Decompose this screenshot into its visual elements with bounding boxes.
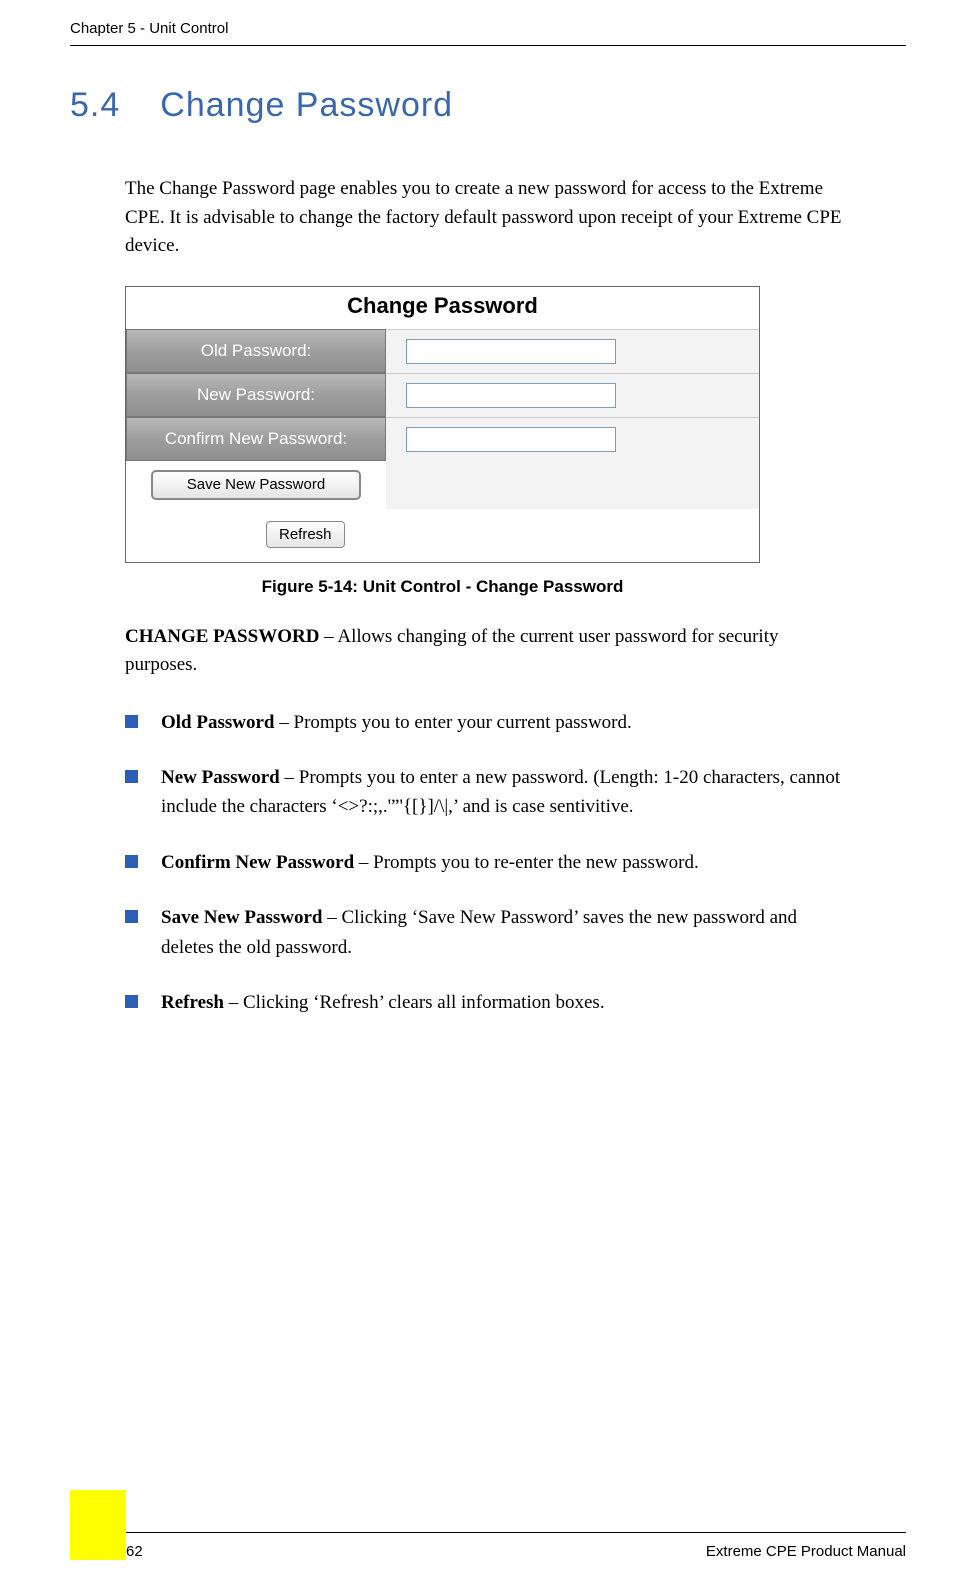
save-password-button[interactable]: Save New Password [151,470,361,500]
figure-caption: Figure 5-14: Unit Control - Change Passw… [125,577,760,597]
field-wrap [386,329,759,373]
item-head: New Password [161,767,280,788]
list-item: Old Password – Prompts you to enter your… [125,708,845,737]
list-item: Save New Password – Clicking ‘Save New P… [125,903,845,962]
submit-left-cell: Save New Password [126,461,386,509]
intro-paragraph: The Change Password page enables you to … [125,175,845,261]
old-password-input[interactable] [406,339,616,364]
yellow-accent [70,1490,126,1560]
field-wrap [386,373,759,417]
field-wrap [386,417,759,461]
bullet-list: Old Password – Prompts you to enter your… [125,708,845,1018]
refresh-row: Refresh [126,509,759,562]
figure: Change Password Old Password: New Passwo… [125,286,845,597]
confirm-password-input[interactable] [406,427,616,452]
change-password-widget: Change Password Old Password: New Passwo… [125,286,760,563]
chapter-header: Chapter 5 - Unit Control [70,20,906,46]
refresh-button[interactable]: Refresh [266,521,345,548]
list-item: Confirm New Password – Prompts you to re… [125,848,845,877]
list-item: Refresh – Clicking ‘Refresh’ clears all … [125,988,845,1017]
item-head: Old Password [161,712,275,733]
item-body: – Prompts you to enter your current pass… [275,712,632,733]
change-password-lede: CHANGE PASSWORD – Allows changing of the… [125,623,845,680]
item-head: Save New Password [161,907,323,928]
old-password-label: Old Password: [126,329,386,373]
page-number: 62 [126,1543,143,1560]
section-heading: 5.4 Change Password [70,86,906,125]
item-head: Refresh [161,992,224,1013]
item-body: – Prompts you to re-enter the new passwo… [354,852,699,873]
widget-title: Change Password [126,287,759,329]
confirm-password-label: Confirm New Password: [126,417,386,461]
item-head: Confirm New Password [161,852,354,873]
new-password-label: New Password: [126,373,386,417]
section-number: 5.4 [70,86,120,125]
new-password-input[interactable] [406,383,616,408]
section-title: Change Password [160,86,453,124]
manual-title: Extreme CPE Product Manual [706,1543,906,1560]
lede-head: CHANGE PASSWORD [125,626,319,647]
submit-right-cell [386,461,759,509]
list-item: New Password – Prompts you to enter a ne… [125,763,845,822]
item-body: – Clicking ‘Refresh’ clears all informat… [224,992,605,1013]
page-footer: 62 Extreme CPE Product Manual [0,1532,976,1560]
